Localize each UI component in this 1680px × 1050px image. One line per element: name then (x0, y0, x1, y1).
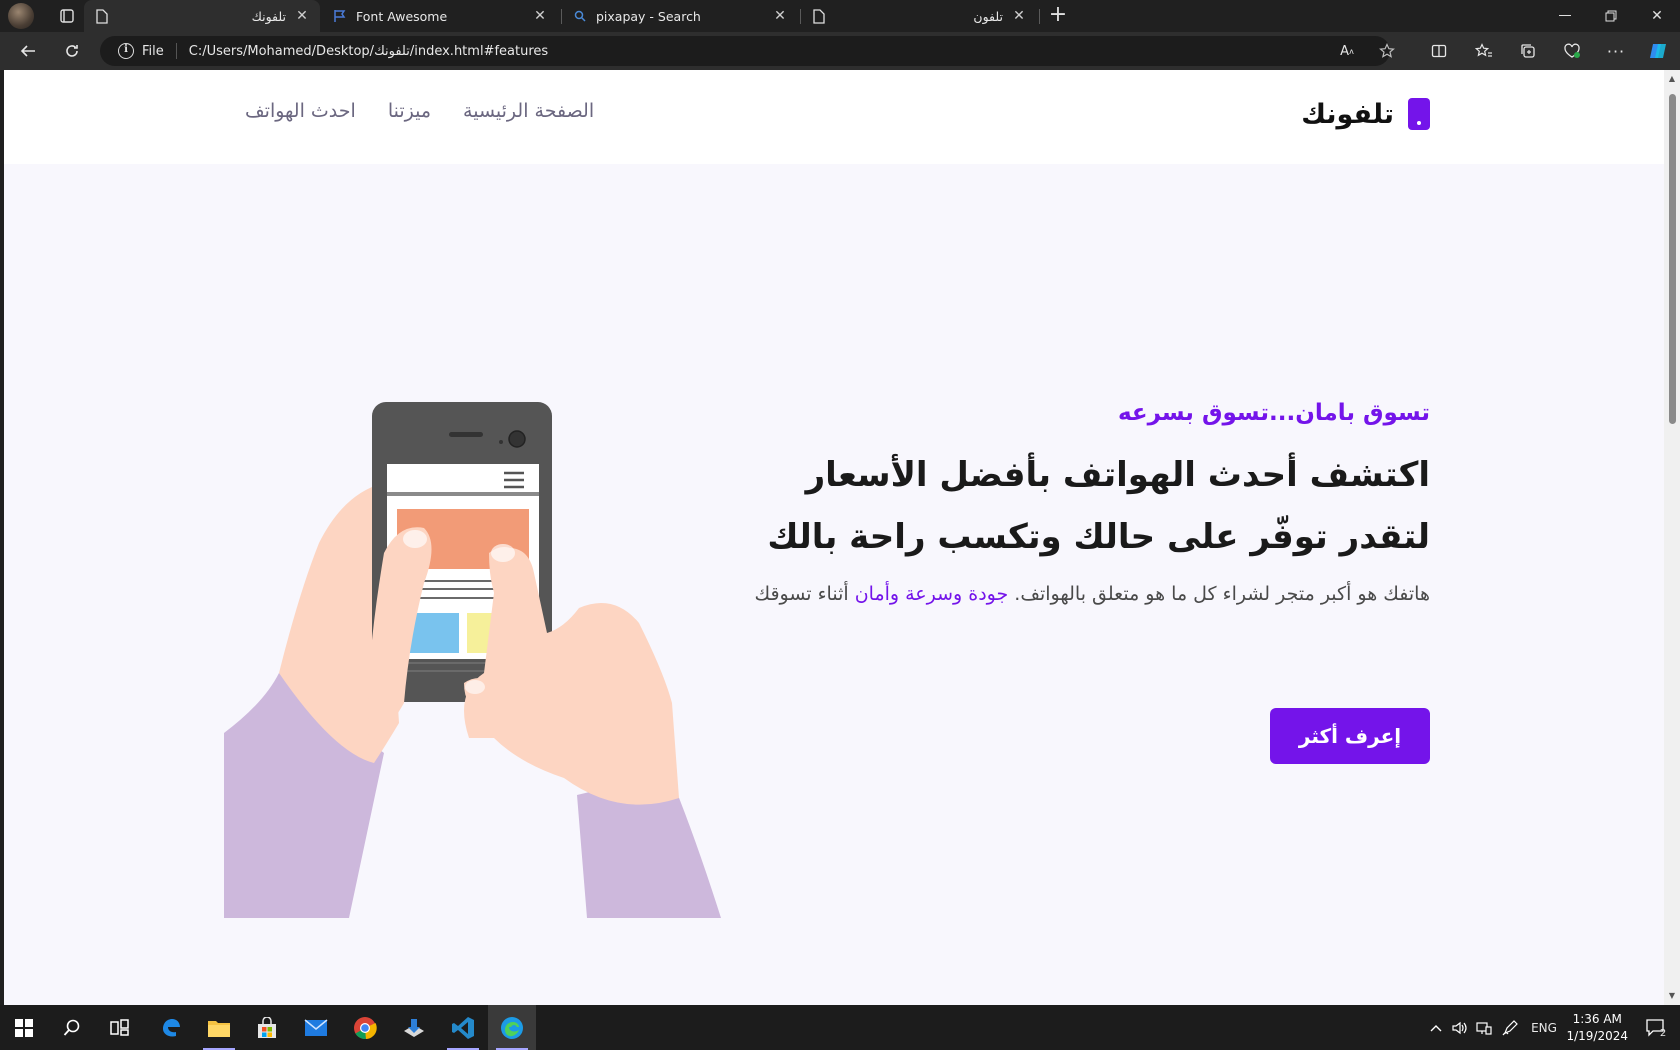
file-explorer-icon[interactable] (195, 1005, 243, 1050)
hands-holding-phone-illustration (224, 402, 721, 918)
read-aloud-icon[interactable]: Aʌ (1333, 38, 1361, 64)
mail-icon[interactable] (292, 1005, 340, 1050)
address-scheme: File (142, 43, 164, 59)
hero-desc-accent: جودة وسرعة وأمان (854, 583, 1009, 605)
brand-logo[interactable]: تلفونك (1301, 98, 1430, 130)
refresh-icon[interactable] (58, 38, 86, 64)
network-icon[interactable] (1472, 1005, 1496, 1050)
search-icon[interactable] (48, 1005, 96, 1050)
address-bar[interactable]: i File C:/Users/Mohamed/Desktop/تلفونك/i… (100, 36, 1390, 66)
favorite-star-icon[interactable] (1373, 38, 1401, 64)
system-clock[interactable]: 1:36 AM 1/19/2024 (1566, 1011, 1628, 1045)
tab-telfonak[interactable]: تلفونك ✕ (84, 0, 320, 32)
windows-start-icon[interactable] (0, 1005, 48, 1050)
nav-link-home[interactable]: الصفحة الرئيسية (463, 100, 594, 122)
volume-icon[interactable] (1448, 1005, 1472, 1050)
edge-browser-icon[interactable] (488, 1005, 536, 1050)
hero-text: تسوق بامان...تسوق بسرعه اكتشف أحدث الهوا… (690, 400, 1430, 610)
pen-ink-icon[interactable] (1498, 1005, 1522, 1050)
tab-pixapay-search[interactable]: pixapay - Search ✕ (562, 0, 798, 32)
scrollbar-thumb[interactable] (1669, 94, 1676, 424)
tab-title: تلفون (973, 8, 1003, 24)
copilot-icon[interactable] (1644, 38, 1672, 64)
address-separator (175, 43, 177, 59)
close-icon[interactable]: ✕ (294, 8, 310, 24)
scroll-down-arrow-icon[interactable]: ▼ (1667, 991, 1677, 1001)
hero-desc-part1: هاتفك هو أكبر متجر لشراء كل ما هو متعلق … (1014, 583, 1430, 605)
clock-date: 1/19/2024 (1566, 1029, 1628, 1043)
hero-headline-line2: لتقدر توفّر على حالك وتكسب راحة بالك (767, 517, 1430, 557)
split-screen-icon[interactable] (1425, 38, 1453, 64)
flag-icon (332, 8, 348, 24)
profile-avatar[interactable] (8, 3, 34, 29)
tab-actions-icon[interactable] (54, 3, 80, 29)
tab-font-awesome[interactable]: Font Awesome ✕ (322, 0, 558, 32)
tab-telfon[interactable]: تلفون ✕ (801, 0, 1037, 32)
close-icon[interactable]: ✕ (1011, 8, 1027, 24)
nav-link-latest-phones[interactable]: احدث الهواتف (245, 100, 356, 122)
vscode-icon[interactable] (439, 1005, 487, 1050)
phone-logo-icon (1408, 98, 1430, 130)
more-menu-icon[interactable]: ··· (1602, 38, 1630, 64)
close-icon[interactable]: ✕ (772, 8, 788, 24)
new-tab-plus-icon[interactable]: + (1046, 4, 1070, 28)
nav-link-features[interactable]: ميزتنا (388, 100, 431, 122)
hero-description: هاتفك هو أكبر متجر لشراء كل ما هو متعلق … (690, 578, 1430, 610)
input-language-indicator[interactable]: ENG (1528, 1005, 1560, 1050)
back-arrow-icon[interactable] (14, 38, 42, 64)
edge-legacy-icon[interactable] (147, 1005, 195, 1050)
browser-essentials-icon[interactable] (1558, 38, 1586, 64)
close-icon[interactable]: ✕ (532, 8, 548, 24)
browser-toolbar: i File C:/Users/Mohamed/Desktop/تلفونك/i… (0, 32, 1680, 70)
page-scrollbar[interactable]: ▲ ▼ (1664, 70, 1680, 1005)
info-icon[interactable]: i (118, 43, 134, 59)
address-url[interactable]: C:/Users/Mohamed/Desktop/تلفونك/index.ht… (189, 44, 548, 59)
close-window-icon[interactable]: ✕ (1634, 0, 1680, 32)
tab-title: Font Awesome (356, 8, 448, 24)
chrome-icon[interactable] (341, 1005, 389, 1050)
page-icon (94, 8, 110, 24)
restore-icon[interactable] (1588, 0, 1634, 32)
tab-title: pixapay - Search (596, 8, 701, 24)
tab-title: تلفونك (251, 8, 286, 24)
favorites-icon[interactable] (1470, 38, 1498, 64)
microsoft-store-icon[interactable] (243, 1005, 291, 1050)
learn-more-button[interactable]: إعرف أكثر (1270, 708, 1430, 764)
search-icon (572, 8, 588, 24)
notifications-icon[interactable]: 2 (1636, 1005, 1676, 1050)
app-installer-icon[interactable] (390, 1005, 438, 1050)
hero-tagline: تسوق بامان...تسوق بسرعه (1117, 400, 1430, 426)
web-viewport: تلفونك الصفحة الرئيسية ميزتنا احدث الهوا… (4, 70, 1664, 1005)
clock-time: 1:36 AM (1572, 1012, 1622, 1026)
minimize-icon[interactable] (1542, 0, 1588, 32)
hero-headline: اكتشف أحدث الهواتف بأفضل الأسعار لتقدر ت… (690, 444, 1430, 568)
site-header: تلفونك الصفحة الرئيسية ميزتنا احدث الهوا… (4, 70, 1664, 164)
brand-name: تلفونك (1301, 98, 1394, 130)
show-hidden-icons-chevron-icon[interactable] (1424, 1005, 1448, 1050)
collections-icon[interactable] (1514, 38, 1542, 64)
hero-desc-part2: أثناء تسوقك (754, 583, 849, 605)
windows-taskbar: ENG 1:36 AM 1/19/2024 2 (0, 1005, 1680, 1050)
tab-separator (1039, 9, 1040, 24)
task-view-icon[interactable] (96, 1005, 144, 1050)
page-icon (811, 8, 827, 24)
notification-count: 2 (1659, 1028, 1667, 1039)
scroll-up-arrow-icon[interactable]: ▲ (1667, 74, 1677, 84)
main-nav: الصفحة الرئيسية ميزتنا احدث الهواتف (245, 100, 594, 122)
hero-headline-line1: اكتشف أحدث الهواتف بأفضل الأسعار (805, 455, 1430, 495)
